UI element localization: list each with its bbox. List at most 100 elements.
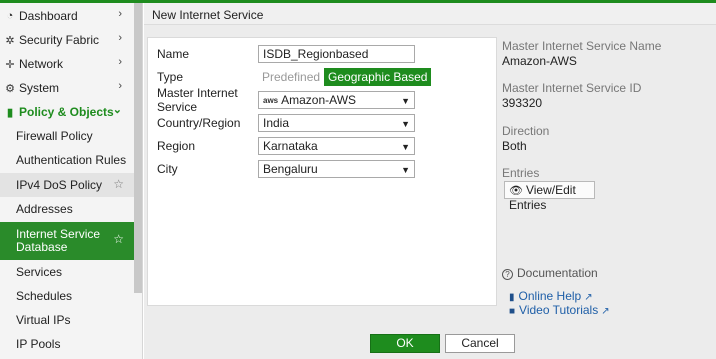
type-option-geographic-based[interactable]: Geographic Based bbox=[324, 68, 432, 86]
sidebar-item-system[interactable]: ⚙ System › bbox=[0, 76, 134, 100]
sidebar: ◔ Dashboard › ✲ Security Fabric › ✛ Netw… bbox=[0, 3, 143, 359]
book-icon: ▮ bbox=[509, 292, 515, 303]
country-row: Country/Region bbox=[157, 114, 261, 132]
video-tutorials-link[interactable]: ■ Video Tutorials ↗ bbox=[509, 303, 610, 317]
aws-logo-icon: aws bbox=[263, 96, 279, 105]
type-option-predefined[interactable]: Predefined bbox=[258, 68, 325, 86]
page-header: New Internet Service bbox=[144, 3, 716, 25]
documentation-heading: ? Documentation bbox=[502, 266, 598, 280]
sidebar-item-label: System bbox=[19, 81, 60, 95]
page-title: New Internet Service bbox=[152, 8, 264, 22]
fabric-icon: ✲ bbox=[5, 34, 15, 47]
region-value: Karnataka bbox=[263, 139, 318, 153]
star-icon[interactable]: ☆ bbox=[113, 177, 124, 191]
entries-info: Entries bbox=[502, 166, 539, 180]
direction-value: Both bbox=[502, 139, 527, 153]
sidebar-item-schedules[interactable]: Schedules bbox=[0, 284, 134, 308]
external-link-icon: ↗ bbox=[601, 306, 610, 317]
sidebar-item-label: Policy & Objects bbox=[19, 105, 114, 119]
type-label: Type bbox=[157, 70, 184, 84]
ok-button[interactable]: OK bbox=[370, 334, 440, 353]
sidebar-item-security-fabric[interactable]: ✲ Security Fabric › bbox=[0, 28, 134, 52]
entries-label: Entries bbox=[502, 166, 540, 180]
country-value: India bbox=[263, 116, 290, 130]
master-name-value: Amazon-AWS bbox=[502, 54, 577, 68]
name-row: Name bbox=[157, 45, 261, 63]
sidebar-item-label: IPv4 DoS Policy bbox=[16, 178, 103, 192]
sidebar-item-virtual-ips[interactable]: Virtual IPs bbox=[0, 308, 134, 332]
region-select[interactable]: Karnataka ▼ bbox=[258, 137, 415, 155]
sidebar-item-authentication-rules[interactable]: Authentication Rules bbox=[0, 148, 134, 172]
gear-icon: ⚙ bbox=[5, 82, 15, 95]
form-card: Name ISDB_Regionbased Type Predefined Ge… bbox=[147, 37, 497, 306]
type-toggle: Predefined Geographic Based bbox=[258, 68, 432, 86]
video-tutorials-label: Video Tutorials bbox=[519, 303, 599, 317]
master-service-row: Master Internet Service bbox=[157, 86, 261, 114]
dropdown-caret-icon: ▼ bbox=[401, 119, 410, 129]
chevron-right-icon: › bbox=[118, 32, 122, 44]
chevron-right-icon: › bbox=[118, 8, 122, 20]
sidebar-item-label: Services bbox=[16, 265, 63, 279]
documentation-label: Documentation bbox=[517, 266, 598, 280]
view-edit-entries-button[interactable]: 👁 View/Edit Entries bbox=[504, 181, 595, 212]
chevron-down-icon: ⌄ bbox=[112, 104, 122, 116]
sidebar-item-label: Firewall Policy bbox=[16, 129, 93, 143]
sidebar-item-label: Authentication Rules bbox=[16, 153, 127, 167]
master-id-value: 393320 bbox=[502, 96, 543, 110]
sidebar-item-internet-service-database[interactable]: Internet Service Database ☆ bbox=[0, 222, 134, 260]
sidebar-item-label: Schedules bbox=[16, 289, 73, 303]
sidebar-item-addresses[interactable]: Addresses bbox=[0, 197, 134, 221]
country-label: Country/Region bbox=[157, 116, 241, 130]
dashboard-icon: ◔ bbox=[6, 10, 14, 22]
direction-label: Direction bbox=[502, 124, 550, 138]
master-name-label: Master Internet Service Name bbox=[502, 39, 662, 53]
region-label: Region bbox=[157, 139, 196, 153]
cancel-button[interactable]: Cancel bbox=[445, 334, 515, 353]
region-row: Region bbox=[157, 137, 261, 155]
name-label: Name bbox=[157, 47, 190, 61]
sidebar-item-ip-pools[interactable]: IP Pools bbox=[0, 332, 134, 356]
online-help-link[interactable]: ▮ Online Help ↗ bbox=[509, 289, 593, 303]
city-row: City bbox=[157, 160, 261, 178]
city-label: City bbox=[157, 162, 178, 176]
country-select[interactable]: India ▼ bbox=[258, 114, 415, 132]
sidebar-item-label: Addresses bbox=[16, 202, 73, 216]
name-input[interactable]: ISDB_Regionbased bbox=[258, 45, 415, 63]
sidebar-item-label: IP Pools bbox=[16, 337, 61, 351]
city-select[interactable]: Bengaluru ▼ bbox=[258, 160, 415, 178]
sidebar-item-policy-objects[interactable]: ▮ Policy & Objects ⌄ bbox=[0, 100, 134, 124]
sidebar-item-label: Virtual IPs bbox=[16, 313, 71, 327]
sidebar-item-network[interactable]: ✛ Network › bbox=[0, 52, 134, 76]
online-help-label: Online Help bbox=[518, 289, 582, 303]
chevron-right-icon: › bbox=[118, 56, 122, 68]
sidebar-item-services[interactable]: Services bbox=[0, 260, 134, 284]
network-icon: ✛ bbox=[5, 58, 15, 71]
dropdown-caret-icon: ▼ bbox=[401, 142, 410, 152]
master-service-select[interactable]: aws Amazon-AWS ▼ bbox=[258, 91, 415, 109]
sidebar-item-label: Security Fabric bbox=[19, 33, 100, 47]
dropdown-caret-icon: ▼ bbox=[401, 96, 410, 106]
star-icon[interactable]: ☆ bbox=[113, 233, 124, 246]
direction-info: Direction Both bbox=[502, 124, 549, 153]
city-value: Bengaluru bbox=[263, 162, 318, 176]
sidebar-item-label: Network bbox=[19, 57, 64, 71]
dropdown-caret-icon: ▼ bbox=[401, 165, 410, 175]
sidebar-item-label: Internet Service Database bbox=[16, 227, 101, 254]
sidebar-item-label: Dashboard bbox=[19, 9, 78, 23]
sidebar-item-ipv4-dos-policy[interactable]: IPv4 DoS Policy ☆ bbox=[0, 173, 134, 197]
sidebar-scrollbar[interactable] bbox=[134, 3, 142, 293]
external-link-icon: ↗ bbox=[584, 292, 593, 303]
sidebar-item-dashboard[interactable]: ◔ Dashboard › bbox=[0, 4, 134, 28]
master-name-info: Master Internet Service Name Amazon-AWS bbox=[502, 39, 661, 68]
chevron-right-icon: › bbox=[118, 80, 122, 92]
type-row: Type bbox=[157, 68, 261, 86]
master-service-label: Master Internet Service bbox=[157, 86, 238, 114]
eye-icon: 👁 bbox=[509, 185, 523, 197]
question-circle-icon: ? bbox=[502, 269, 513, 280]
master-id-label: Master Internet Service ID bbox=[502, 81, 642, 95]
sidebar-item-firewall-policy[interactable]: Firewall Policy bbox=[0, 124, 134, 148]
video-icon: ■ bbox=[509, 306, 516, 317]
policy-icon: ▮ bbox=[6, 106, 14, 119]
master-id-info: Master Internet Service ID 393320 bbox=[502, 81, 641, 110]
master-service-value: Amazon-AWS bbox=[281, 93, 357, 107]
